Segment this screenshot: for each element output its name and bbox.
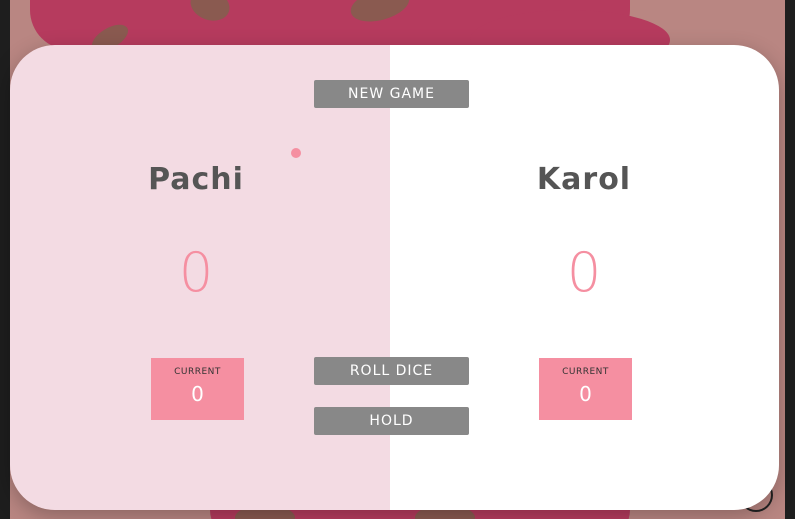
player-2-total-score: 0 (566, 241, 602, 304)
player-2-current-label: CURRENT (562, 367, 609, 377)
active-player-indicator (291, 148, 301, 158)
player-1-name: Pachi (148, 161, 244, 197)
player-2-current-box: CURRENT 0 (539, 358, 632, 420)
player-2-panel: Karol 0 CURRENT 0 (390, 45, 779, 510)
player-2-current-score: 0 (579, 382, 592, 406)
game-board: Pachi 0 CURRENT 0 Karol 0 CURRENT 0 (10, 45, 779, 510)
player-1-current-box: CURRENT 0 (151, 358, 244, 420)
player-1-current-label: CURRENT (174, 367, 221, 377)
player-1-panel: Pachi 0 CURRENT 0 (10, 45, 390, 510)
roll-dice-button[interactable]: ROLL DICE (314, 357, 469, 385)
hold-button[interactable]: HOLD (314, 407, 469, 435)
player-2-name: Karol (536, 161, 632, 197)
new-game-button[interactable]: NEW GAME (314, 80, 469, 108)
player-1-current-score: 0 (191, 382, 204, 406)
player-1-total-score: 0 (178, 241, 214, 304)
